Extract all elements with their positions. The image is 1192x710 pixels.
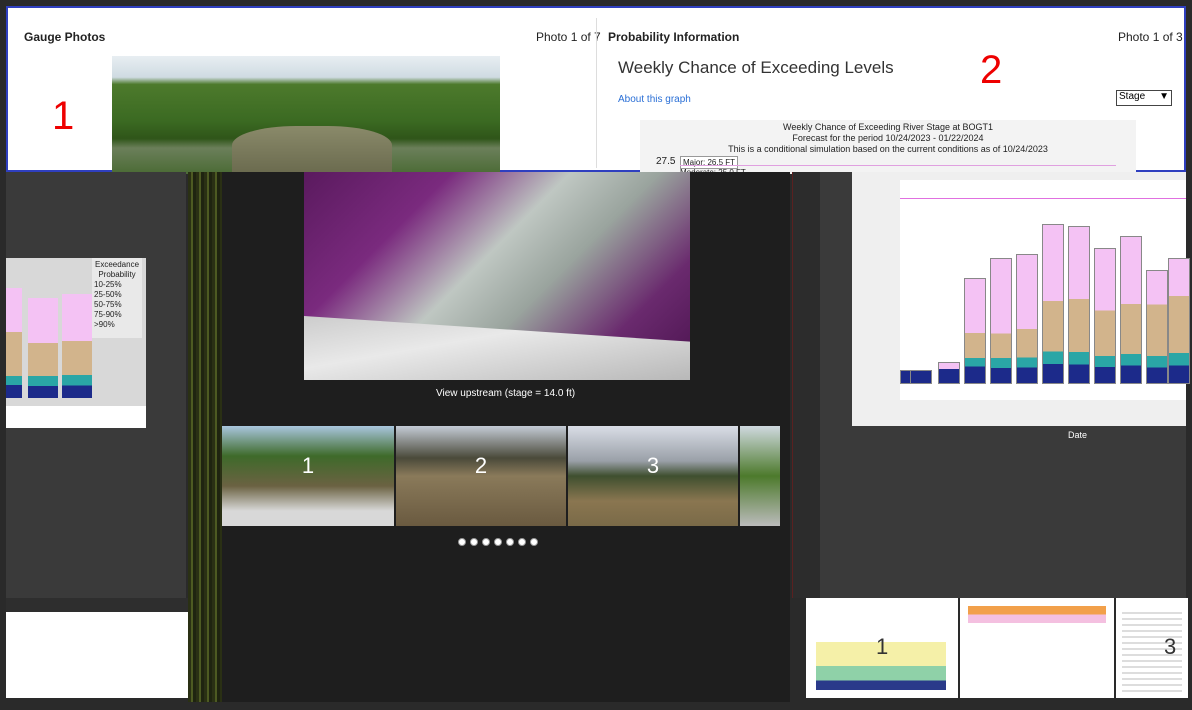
gauge-photo-enlarged[interactable] [304,172,690,380]
chart-bar [1068,226,1090,384]
chart-bar [990,258,1012,384]
bottom-left-header [6,598,188,612]
legend-item: 50-75% [94,300,122,309]
legend-item: >90% [94,320,115,329]
chart-bar [1042,224,1064,384]
thumbnail-number: 2 [474,453,488,478]
probability-photo-counter: Photo 1 of 3 [1118,30,1183,44]
chart-bar [1146,270,1168,384]
thumbnail-number: 3 [1164,634,1177,659]
chart-bar [1168,258,1190,384]
thumbnail-chart [968,606,1106,692]
chart-bar [910,370,932,384]
carousel-dot[interactable] [458,538,466,546]
photo-thumbnail[interactable]: 3 [568,426,738,526]
legend-item: 10-25% [94,280,122,289]
top-panel: Gauge Photos Photo 1 of 7 Probability In… [6,6,1186,177]
probability-chart-enlarged [852,172,1190,426]
exceedance-legend: Exceedance Probability 10-25% 25-50% 50-… [92,258,142,338]
chart-title-line-1: Weekly Chance of Exceeding River Stage a… [783,122,993,132]
panel-divider [596,18,597,168]
stage-select-value: Stage [1119,91,1146,102]
chart-x-axis-label: Date [1068,430,1088,440]
chart-plot-area [900,180,1190,400]
legend-item: 25-50% [94,290,122,299]
chevron-down-icon: ▼ [1159,91,1169,102]
probability-thumbnail[interactable]: 3 [1116,598,1188,698]
carousel-dot[interactable] [470,538,478,546]
y-axis-top-tick: 27.5 [656,156,676,167]
chart-bar [964,278,986,384]
photo-thumbnail[interactable]: 2 [396,426,566,526]
right-glitch-column [792,172,821,598]
carousel-dot[interactable] [494,538,502,546]
probability-chart-header: Weekly Chance of Exceeding River Stage a… [640,120,1136,177]
carousel-dot[interactable] [506,538,514,546]
legend-item: 75-90% [94,310,122,319]
olive-glitch-band [188,172,222,702]
chart-title-line-3: This is a conditional simulation based o… [728,144,1048,154]
chart-bar [1120,236,1142,384]
carousel-dot[interactable] [518,538,526,546]
thumbnail-number: 1 [876,634,889,659]
annotation-two: 2 [980,48,1003,92]
chart-title-line-2: Forecast for the period 10/24/2023 - 01/… [792,133,984,143]
chart-bar [1094,248,1116,384]
thumbnail-number: 1 [301,453,315,478]
photo-thumbnail[interactable]: 1 [222,426,394,526]
major-flood-line [900,198,1186,199]
left-axis-fragment [6,406,146,428]
photo-caption: View upstream (stage = 14.0 ft) [436,388,576,399]
about-graph-link[interactable]: About this graph [618,94,691,105]
major-flood-line [680,165,1116,166]
probability-thumbnail[interactable]: 1 [806,598,958,698]
legend-title: Exceedance Probability [94,260,140,279]
photo-thumbnail[interactable] [740,426,780,526]
carousel-dot[interactable] [530,538,538,546]
stage-select[interactable]: Stage ▼ [1116,90,1172,106]
weekly-chance-heading: Weekly Chance of Exceeding Levels [618,58,894,77]
gauge-photo-counter: Photo 1 of 7 [536,30,601,44]
thumbnail-number: 3 [646,453,660,478]
left-bar-1 [6,288,22,398]
left-bar-2 [28,298,58,398]
gauge-photos-title: Gauge Photos [24,30,106,44]
chart-bar [938,362,960,384]
probability-title: Probability Information [608,30,740,44]
chart-bar [1016,254,1038,384]
probability-thumbnail[interactable] [960,598,1114,698]
carousel-dots [458,538,538,546]
annotation-one: 1 [52,94,75,138]
river-shape [232,126,392,174]
left-bar-3 [62,294,92,398]
bottom-left-fragment [6,598,188,698]
bridge-railing [304,316,690,380]
carousel-dot[interactable] [482,538,490,546]
gauge-photo-main[interactable] [112,56,500,174]
